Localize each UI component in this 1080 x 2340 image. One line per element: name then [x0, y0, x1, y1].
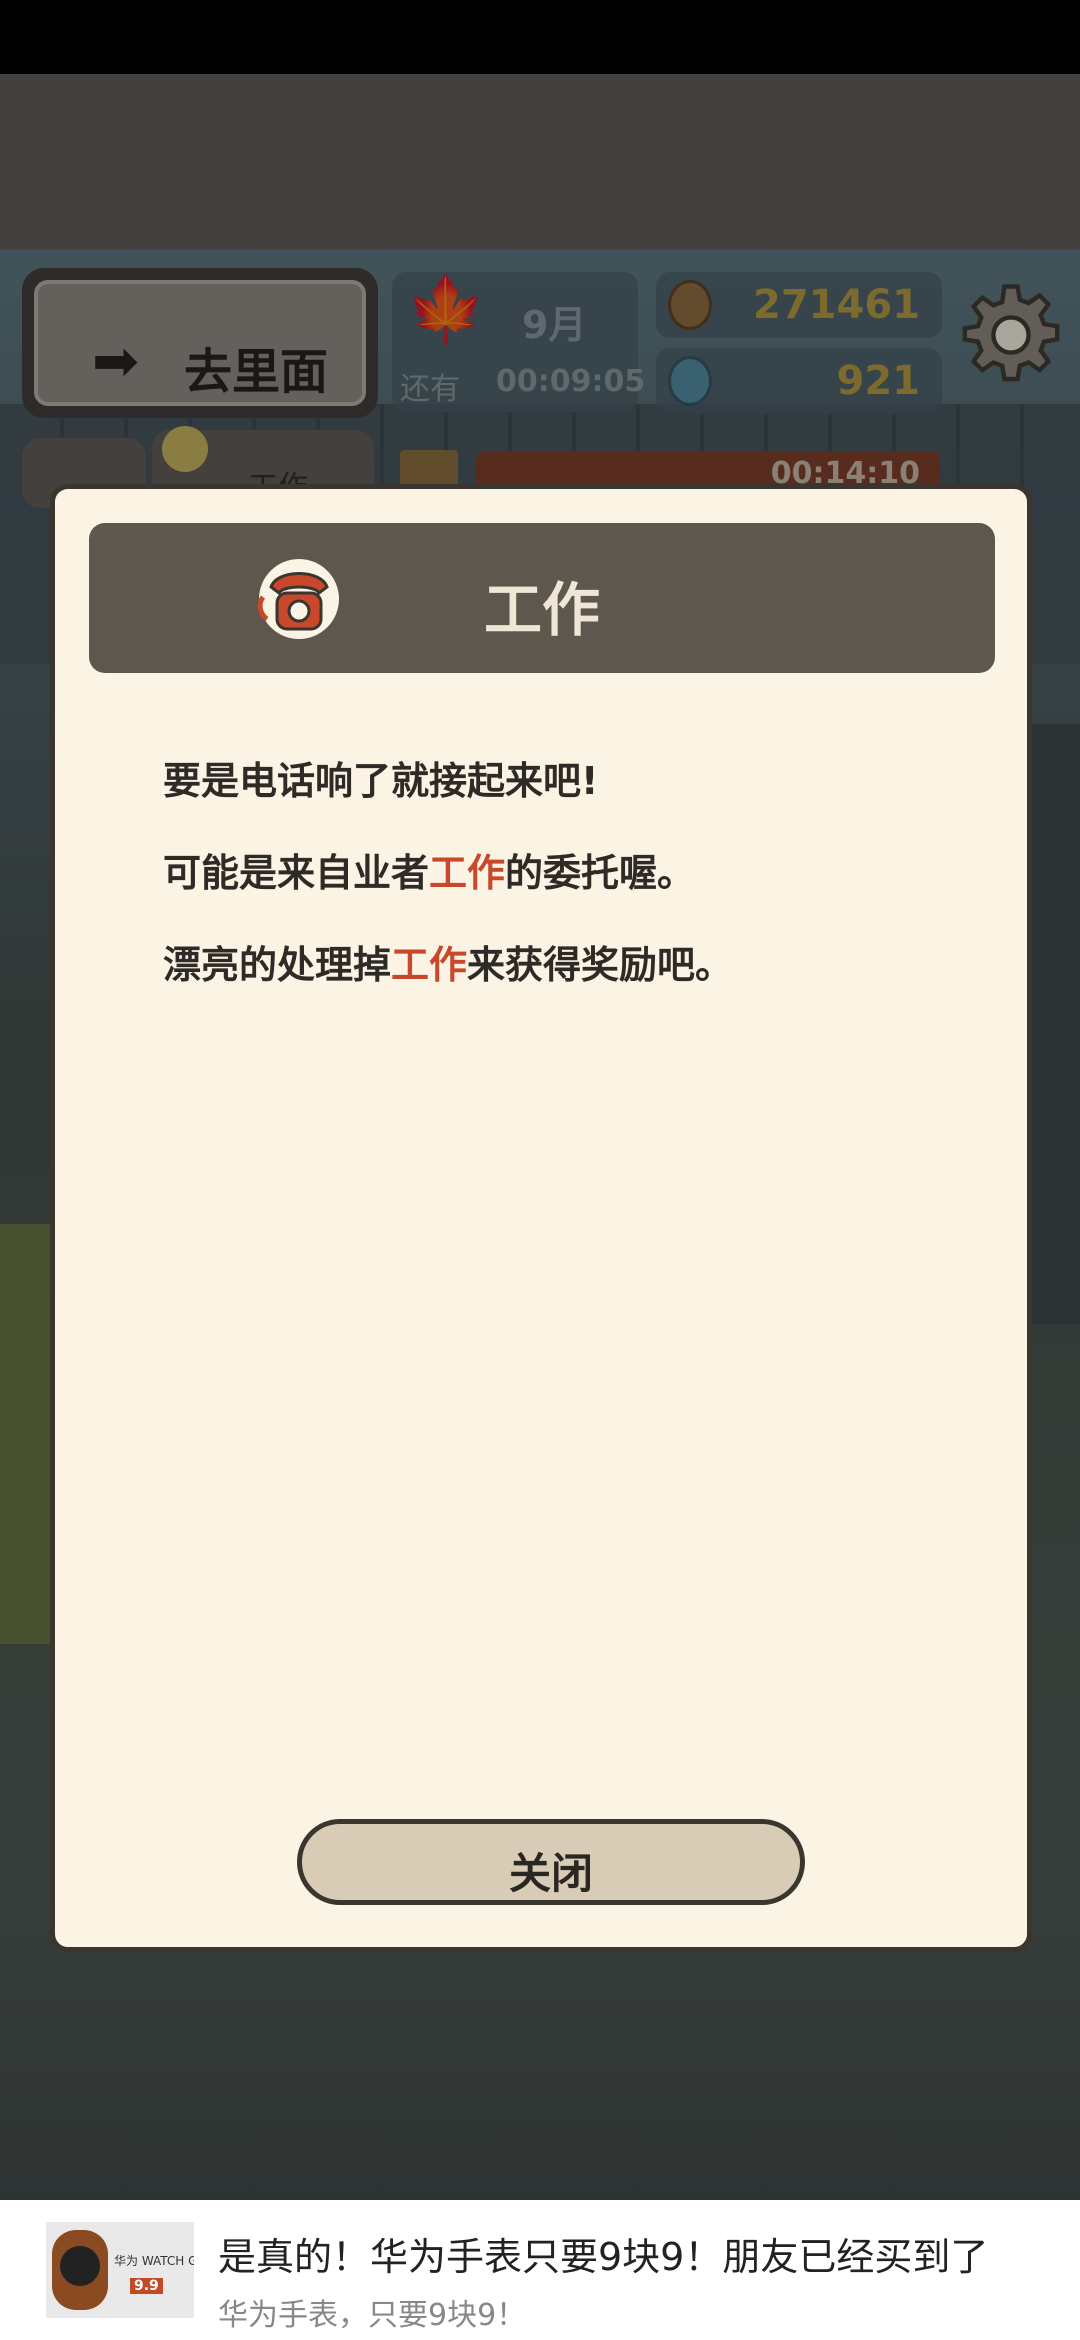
- dialog-line-3-tail: 来获得奖励吧。: [467, 943, 734, 987]
- ad-title[interactable]: 是真的！华为手表只要9块9！朋友已经买到了: [218, 2226, 988, 2281]
- dialog-line-3-text: 漂亮的处理掉: [163, 943, 392, 987]
- work-info-dialog: 工作 要是电话响了就接起来吧! 可能是来自业者工作的委托喔。 漂亮的处理掉工作来…: [50, 484, 1032, 1952]
- dialog-body: 要是电话响了就接起来吧! 可能是来自业者工作的委托喔。 漂亮的处理掉工作来获得奖…: [163, 759, 983, 1035]
- watch-face-image: [60, 2246, 100, 2286]
- dialog-line-3: 漂亮的处理掉工作来获得奖励吧。: [163, 943, 983, 987]
- ad-subtitle: 华为手表，只要9块9！: [218, 2298, 527, 2333]
- status-bar: [0, 0, 1080, 74]
- ad-banner[interactable]: 华为 WATCH GT 2 9.9 是真的！华为手表只要9块9！朋友已经买到了 …: [0, 2200, 1080, 2340]
- ad-thumb-text: 华为 WATCH GT 2: [114, 2254, 194, 2268]
- dialog-line-2-text: 可能是来自业者: [163, 851, 430, 895]
- dialog-header: 工作: [89, 523, 995, 673]
- close-button[interactable]: 关闭: [297, 1819, 805, 1905]
- work-keyword: 工作: [391, 943, 468, 987]
- dialog-title: 工作: [483, 576, 600, 644]
- dialog-line-2: 可能是来自业者工作的委托喔。: [163, 851, 983, 895]
- ad-thumb-price: 9.9: [130, 2278, 163, 2294]
- dialog-line-2-tail: 的委托喔。: [505, 851, 696, 895]
- close-button-label: 关闭: [508, 1849, 593, 1898]
- dialog-line-1: 要是电话响了就接起来吧!: [163, 759, 599, 803]
- ad-thumbnail[interactable]: 华为 WATCH GT 2 9.9: [46, 2222, 194, 2318]
- work-keyword: 工作: [429, 851, 506, 895]
